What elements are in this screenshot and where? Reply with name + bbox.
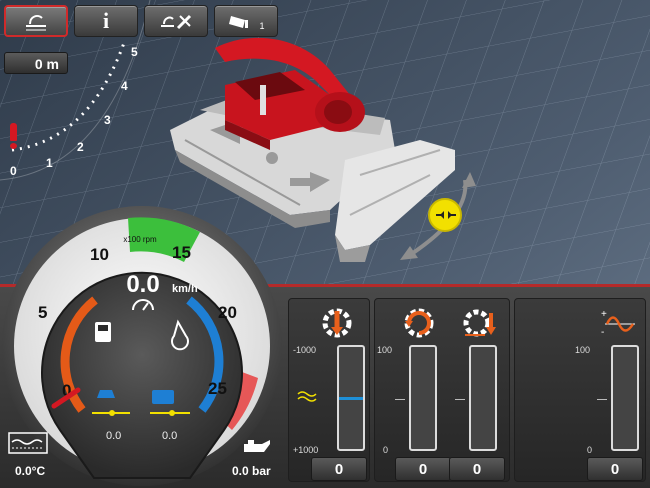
tools-button[interactable] xyxy=(144,5,208,37)
tiller-rotation-icon xyxy=(404,308,434,338)
temperature-readout: 0.0°C xyxy=(15,464,46,478)
fuel-icon xyxy=(95,322,111,342)
tiller-speed-bar[interactable] xyxy=(409,345,437,451)
tools-icon xyxy=(161,14,192,30)
distance-marker-icon xyxy=(10,123,17,149)
distance-tick-4: 4 xyxy=(121,79,128,93)
camera-button[interactable]: 1 xyxy=(214,5,278,37)
finisher-scale-top: 100 xyxy=(575,345,591,355)
blade-gear-down-icon xyxy=(322,308,352,338)
finisher-scale-bottom: 0 xyxy=(587,445,593,455)
finisher-wave-icon: + - xyxy=(601,309,635,337)
float-mode-indicator[interactable] xyxy=(428,198,462,232)
finisher-bar[interactable] xyxy=(611,345,639,451)
finisher-control-panel: + - 100 0 0 xyxy=(514,298,646,482)
oil-pressure-readout: 0.0 bar xyxy=(232,464,271,478)
oil-can-icon xyxy=(244,440,270,452)
distance-tick-5: 5 xyxy=(131,45,138,59)
rpm-tick-10: 10 xyxy=(90,245,109,264)
float-wave-icon xyxy=(297,391,317,402)
rpm-tick-20: 20 xyxy=(218,303,237,322)
blade-scale-bottom: +1000 xyxy=(293,445,319,455)
rpm-tick-15: 15 xyxy=(172,243,191,262)
snow-temperature-icon xyxy=(8,432,48,454)
front-blade-readout: 0.0 xyxy=(106,430,122,442)
blade-control-panel: -1000 0 +1000 0 xyxy=(288,298,370,482)
tiller-pressure-icon xyxy=(463,309,496,337)
tiller-scale-top: 100 xyxy=(377,345,393,355)
rpm-tick-5: 5 xyxy=(38,303,47,322)
snow-surface-icon xyxy=(26,15,46,31)
surface-button[interactable] xyxy=(4,5,68,37)
finisher-value: 0 xyxy=(587,457,643,481)
tiller-scale-bottom: 0 xyxy=(383,445,389,455)
distance-readout: 0 m xyxy=(4,52,68,74)
tiller-pressure-bar[interactable] xyxy=(469,345,497,451)
distance-tick-3: 3 xyxy=(104,113,111,127)
distance-tick-1: 1 xyxy=(46,156,53,170)
tiller-speed-value: 0 xyxy=(395,457,451,481)
blade-position-bar[interactable] xyxy=(337,345,365,451)
info-button[interactable]: i xyxy=(74,5,138,37)
rpm-tick-25: 25 xyxy=(208,379,227,398)
blade-scale-top: -1000 xyxy=(293,345,317,355)
info-icon: i xyxy=(102,8,110,33)
svg-text:+: + xyxy=(601,309,607,320)
tiller-control-panel: 100 0 0 0 xyxy=(374,298,510,482)
camera-icon xyxy=(229,16,249,28)
speed-unit: km/h xyxy=(172,283,198,295)
distance-tick-0: 0 xyxy=(10,164,17,178)
blade-value: 0 xyxy=(311,457,367,481)
speed-value: 0.0 xyxy=(126,271,159,298)
rear-tiller-readout: 0.0 xyxy=(162,430,178,442)
camera-badge: 1 xyxy=(259,21,265,31)
rpm-unit: x100 rpm xyxy=(123,235,157,244)
distance-tick-2: 2 xyxy=(77,140,84,154)
tiller-pressure-value: 0 xyxy=(449,457,505,481)
svg-text:-: - xyxy=(601,327,604,337)
